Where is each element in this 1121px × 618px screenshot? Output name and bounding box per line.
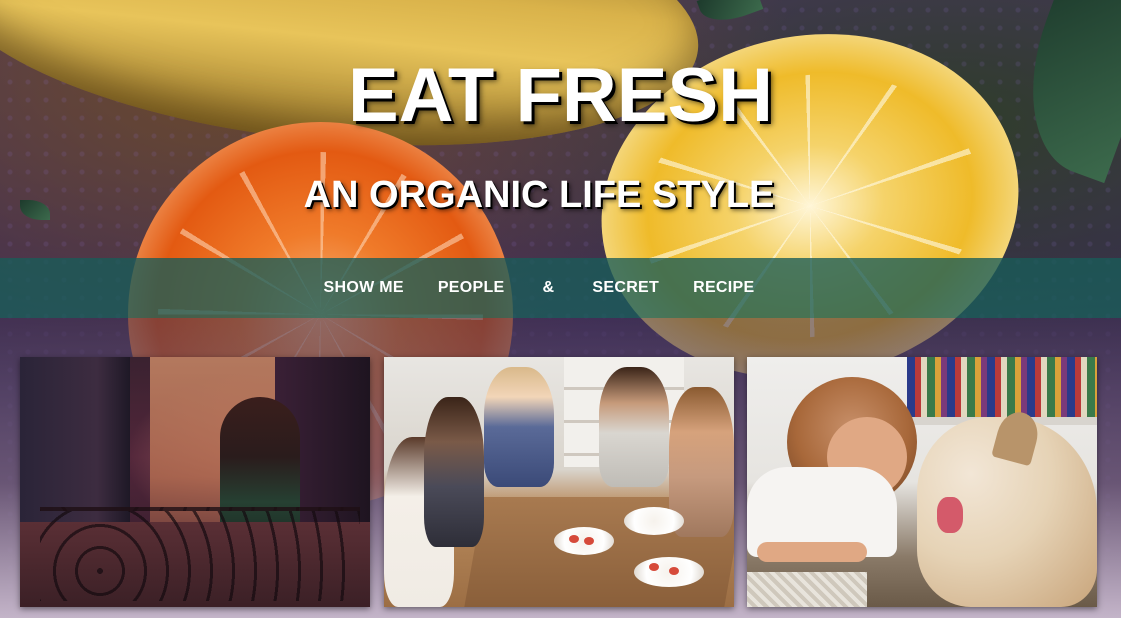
photo-person — [599, 367, 669, 487]
gallery-photo-friends-dining[interactable] — [384, 357, 734, 607]
nav-item-people[interactable]: PEOPLE — [438, 275, 505, 301]
photo-person — [484, 367, 554, 487]
nav-item-recipe[interactable]: RECIPE — [693, 275, 754, 301]
photo-food — [569, 535, 579, 543]
photo-person — [424, 397, 484, 547]
gallery-photo-girl-puppy[interactable] — [747, 357, 1097, 607]
photo-food — [669, 567, 679, 575]
photo-books — [907, 357, 1097, 417]
photo-dog-tongue — [937, 497, 963, 533]
photo-food — [649, 563, 659, 571]
gallery-photo-restaurant[interactable] — [20, 357, 370, 607]
nav-item-ampersand[interactable]: & — [539, 279, 559, 297]
photo-food — [584, 537, 594, 545]
site-title: EAT FRESH — [347, 53, 774, 138]
photo-railing — [40, 507, 360, 601]
main-nav-bar: SHOW ME PEOPLE & SECRET RECIPE — [0, 258, 1121, 318]
nav-item-secret[interactable]: SECRET — [592, 275, 659, 301]
nav-list: SHOW ME PEOPLE & SECRET RECIPE — [0, 258, 1078, 318]
nav-item-show-me[interactable]: SHOW ME — [324, 275, 404, 301]
site-subtitle: AN ORGANIC LIFE STYLE — [303, 174, 775, 216]
photo-person-arm — [757, 542, 867, 562]
photo-plate — [624, 507, 684, 535]
photo-rug — [747, 572, 867, 607]
